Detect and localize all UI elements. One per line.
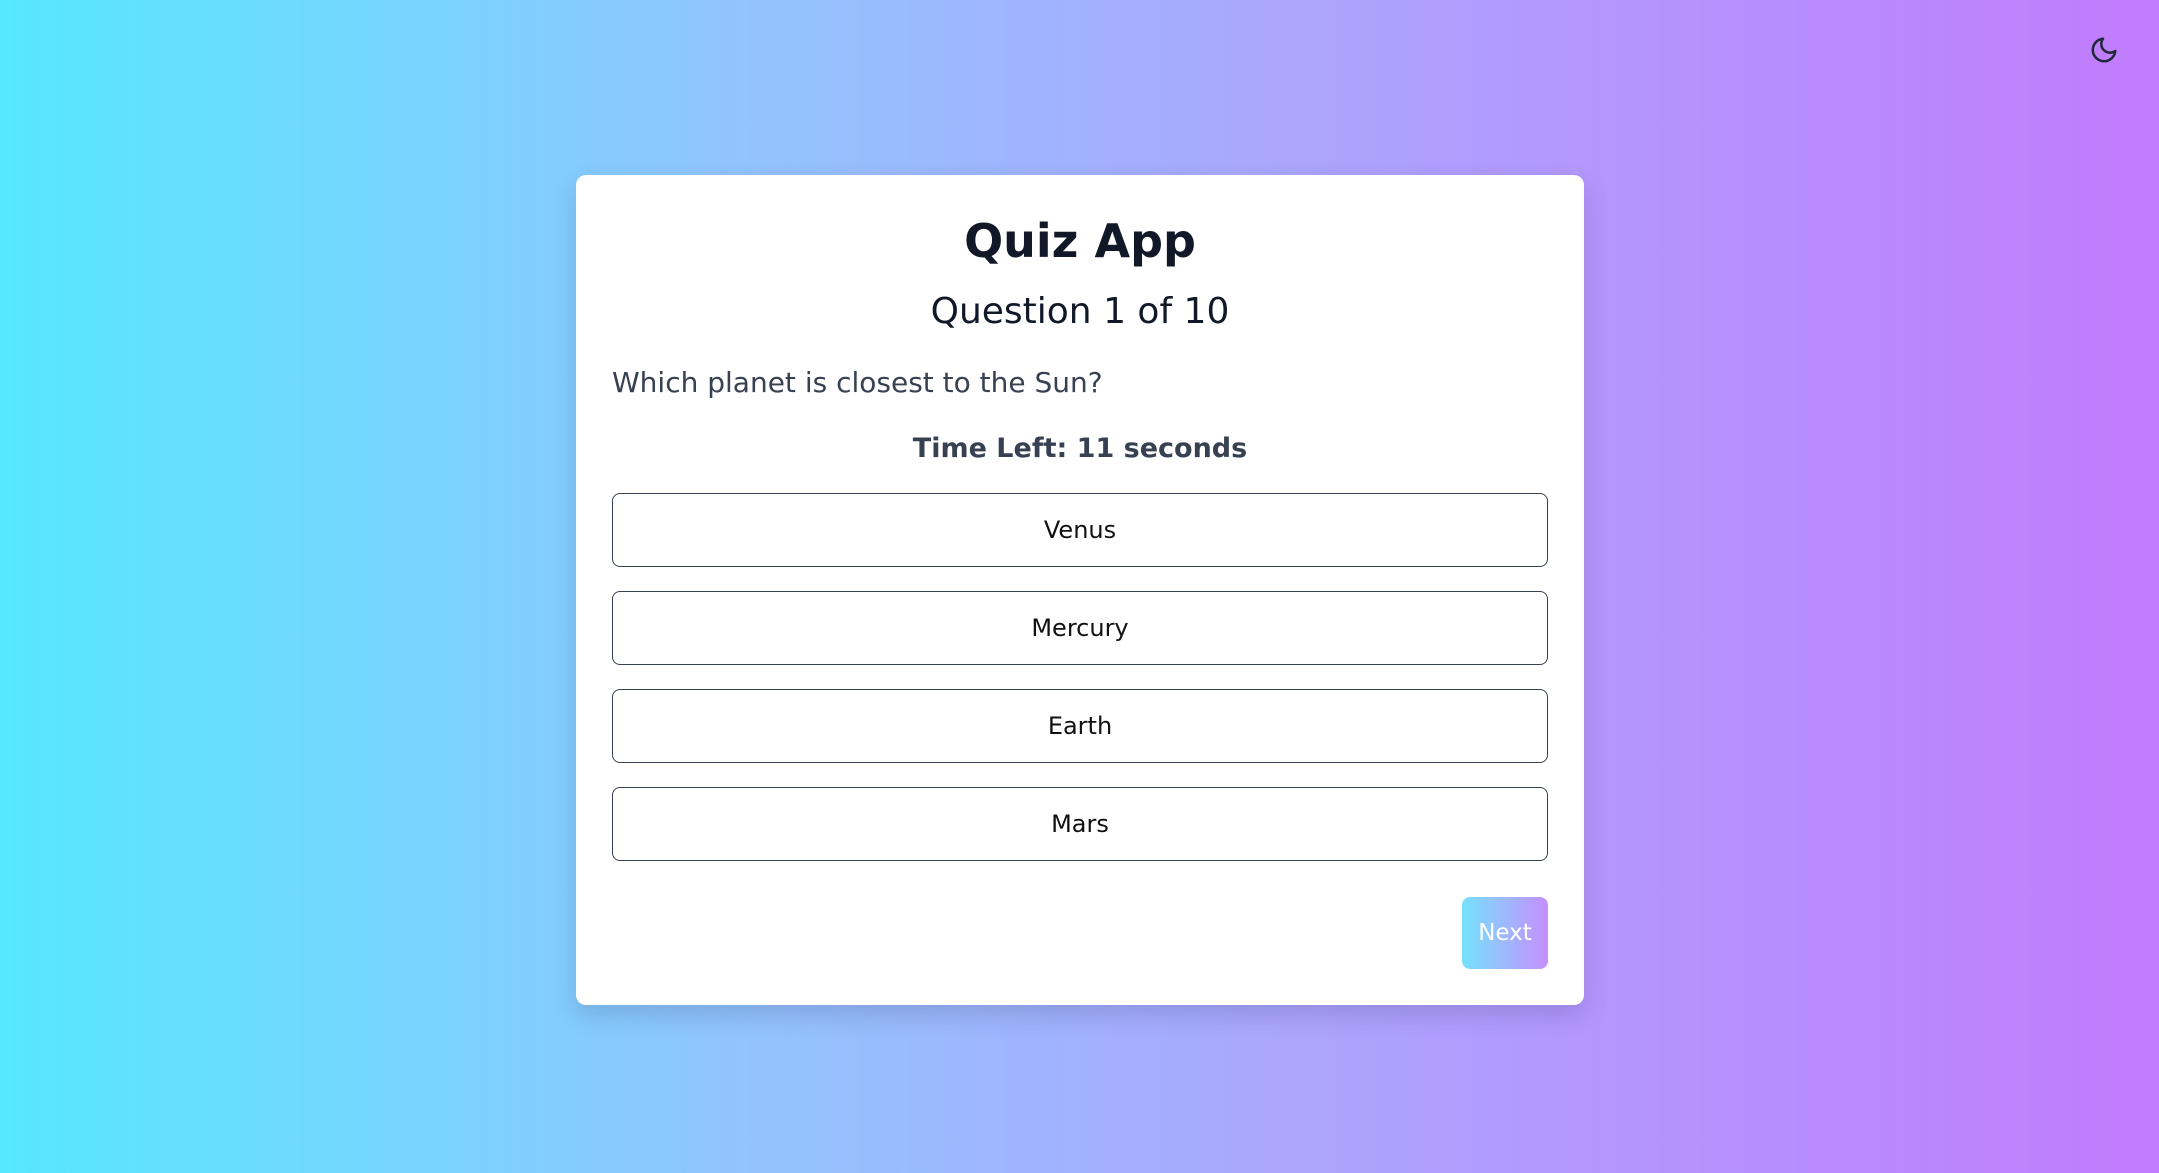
page-title: Quiz App <box>964 214 1196 268</box>
answer-option[interactable]: Earth <box>612 689 1548 763</box>
moon-icon <box>2091 37 2117 63</box>
answer-options: Venus Mercury Earth Mars <box>612 493 1548 885</box>
next-button[interactable]: Next <box>1462 897 1548 969</box>
question-text: Which planet is closest to the Sun? <box>612 366 1103 399</box>
answer-option[interactable]: Venus <box>612 493 1548 567</box>
answer-option[interactable]: Mercury <box>612 591 1548 665</box>
quiz-card: Quiz App Question 1 of 10 Which planet i… <box>576 175 1584 1005</box>
question-progress: Question 1 of 10 <box>930 291 1230 332</box>
timer-text: Time Left: 11 seconds <box>912 433 1248 464</box>
answer-option[interactable]: Mars <box>612 787 1548 861</box>
theme-toggle-button[interactable] <box>2088 34 2120 66</box>
